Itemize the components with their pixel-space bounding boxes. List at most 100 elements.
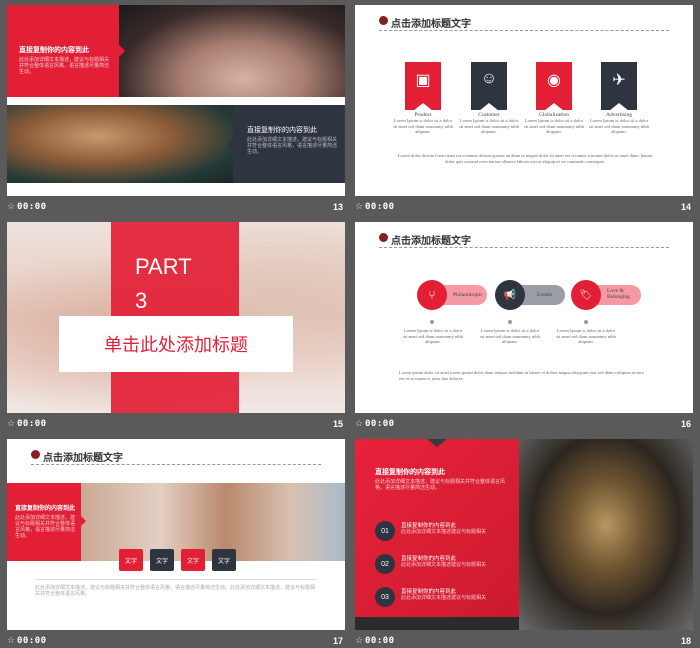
header-dot-icon xyxy=(379,233,388,242)
block-body: 此处添加详细文本描述，建议与标题相关并符合整体语言风格，语言描述尽量简洁生动。 xyxy=(19,57,110,75)
item-body: 此处添加详细文本描述建议与标题相关 xyxy=(401,529,487,535)
slide-timing: 00:00 xyxy=(17,202,47,212)
header-title: 点击添加标题文字 xyxy=(391,236,471,247)
item-title: 直接复制你的内容到此 xyxy=(401,556,457,562)
plane-icon: ✈ xyxy=(601,62,637,111)
item-caption: Product Lorem Ipsum is dolor sit a dolor… xyxy=(393,112,453,134)
footer-divider xyxy=(35,579,317,580)
item-caption: Globalization Lorem Ipsum is dolor sit a… xyxy=(524,112,584,134)
people-icon: ☺ xyxy=(471,62,507,111)
pill-label: Philanthropic xyxy=(453,292,483,298)
text-button-2[interactable]: 文字 xyxy=(150,549,174,571)
header-divider xyxy=(379,247,669,248)
star-icon[interactable]: ☆ xyxy=(355,635,363,646)
slide-meta: ☆ 00:00 16 xyxy=(355,418,693,432)
header-dot-icon xyxy=(31,450,40,459)
gold-rings-photo xyxy=(519,439,693,630)
title-box: 单击此处添加标题 xyxy=(59,316,293,372)
pill-label: Love & Belonging xyxy=(607,288,630,300)
slide-thumbnail[interactable]: PART 3 单击此处添加标题 xyxy=(7,222,345,413)
header-divider xyxy=(31,464,321,465)
text-button-3[interactable]: 文字 xyxy=(181,549,205,571)
item-caption: Advertising Lorem Ipsum is dolor sit a d… xyxy=(589,112,649,134)
slide-timing: 00:00 xyxy=(365,636,395,646)
slide-number: 14 xyxy=(680,202,691,212)
item-caption: Lorem Ipsum is dolor sit a dolor sit ame… xyxy=(480,328,540,344)
connector-dot xyxy=(584,320,588,324)
slide-timing: 00:00 xyxy=(17,636,47,646)
block-body: 此处添加详细文本描述，建议与标题相关并符合整体语言风格，语言描述尽量简洁生动。 xyxy=(15,515,76,539)
woman-hat-photo xyxy=(119,5,345,97)
connector-dot xyxy=(508,320,512,324)
header-title: 点击添加标题文字 xyxy=(391,19,471,30)
slide-header: 点击添加标题文字 xyxy=(379,13,679,31)
header-divider xyxy=(379,30,669,31)
slide-thumbnail[interactable]: 直接复制你的内容到此 此处添加详细文本描述，建议与标题相关并符合整体语言风格，语… xyxy=(355,439,693,630)
slide-meta: ☆ 00:00 14 xyxy=(355,201,693,215)
tag-icon: 🏷 xyxy=(571,280,601,310)
item-caption: Customer Lorem Ipsum is dolor sit a dolo… xyxy=(459,112,519,134)
star-icon[interactable]: ☆ xyxy=(7,418,15,429)
slide-thumbnail[interactable]: 点击添加标题文字 ▣ ☺ ◉ ✈ Product Lorem Ipsum is … xyxy=(355,5,693,196)
part-number: 3 xyxy=(135,288,148,313)
slide-meta: ☆ 00:00 18 xyxy=(355,635,693,648)
slide-header: 点击添加标题文字 xyxy=(379,230,679,248)
slide-thumbnail[interactable]: 点击添加标题文字 直接复制你的内容到此 此处添加详细文本描述，建议与标题相关并符… xyxy=(7,439,345,630)
blonde-woman-photo xyxy=(7,105,233,183)
slide-number: 18 xyxy=(680,636,691,646)
star-icon[interactable]: ☆ xyxy=(355,418,363,429)
number-badge: 01 xyxy=(375,521,395,541)
header-title: 点击添加标题文字 xyxy=(43,453,123,464)
slide-body: 此处添加详细文本描述，建议与标题相关并符合整体语言风格，语言描述尽量简洁生动。 xyxy=(375,479,506,491)
slide-title: 直接复制你的内容到此 xyxy=(375,469,445,476)
item-body: 此处添加详细文本描述建议与标题相关 xyxy=(401,562,487,568)
slide-number: 13 xyxy=(332,202,343,212)
slide-thumbnail[interactable]: 直接复制你的内容到此 此处添加详细文本描述，建议与标题相关并符合整体语言风格，语… xyxy=(7,5,345,196)
item-body: 此处添加详细文本描述建议与标题相关 xyxy=(401,595,487,601)
connector-dot xyxy=(430,320,434,324)
item-caption: Lorem Ipsum is dolor sit a dolor sit ame… xyxy=(556,328,616,344)
item-caption: Lorem Ipsum is dolor sit a dolor sit ame… xyxy=(403,328,463,344)
item-title: 直接复制你的内容到此 xyxy=(401,523,457,529)
slide-footer-text: Lorem dolor dictum lorem tiam est vivamu… xyxy=(397,153,653,164)
slide-number: 16 xyxy=(680,419,691,429)
slide-meta: ☆ 00:00 13 xyxy=(7,201,345,215)
red-arrow xyxy=(81,516,86,526)
item-title: 直接复制你的内容到此 xyxy=(401,589,457,595)
slide-timing: 00:00 xyxy=(17,419,47,429)
slide-timing: 00:00 xyxy=(365,419,395,429)
text-button-1[interactable]: 文字 xyxy=(119,549,143,571)
slide-timing: 00:00 xyxy=(365,202,395,212)
red-text-block: 直接复制你的内容到此 此处添加详细文本描述，建议与标题相关并符合整体语言风格，语… xyxy=(7,5,119,97)
number-badge: 02 xyxy=(375,554,395,574)
slide-meta: ☆ 00:00 15 xyxy=(7,418,345,432)
slide-number: 15 xyxy=(332,419,343,429)
box-icon: ▣ xyxy=(405,62,441,111)
red-text-block: 直接复制你的内容到此 此处添加详细文本描述，建议与标题相关并符合整体语言风格，语… xyxy=(7,483,81,561)
slide-number: 17 xyxy=(332,636,343,646)
star-icon[interactable]: ☆ xyxy=(7,635,15,646)
top-notch xyxy=(427,439,447,447)
part-label: PART xyxy=(135,254,192,279)
red-panel: 直接复制你的内容到此 此处添加详细文本描述，建议与标题相关并符合整体语言风格，语… xyxy=(355,439,519,617)
dark-arrow xyxy=(227,138,233,150)
slide-title: 单击此处添加标题 xyxy=(104,335,248,356)
globe-icon: ◉ xyxy=(536,62,572,111)
star-icon[interactable]: ☆ xyxy=(7,201,15,212)
slide-header: 点击添加标题文字 xyxy=(31,447,331,465)
pill-label: Events xyxy=(537,292,552,298)
red-arrow xyxy=(119,45,125,57)
block-body: 此处添加详细文本描述，建议与标题相关并符合整体语言风格，语言描述尽量简洁生动。 xyxy=(247,137,338,155)
slide-thumbnail[interactable]: 点击添加标题文字 ⑂ Philanthropic 📢 Events 🏷 Love… xyxy=(355,222,693,413)
branch-icon: ⑂ xyxy=(417,280,447,310)
block-title: 直接复制你的内容到此 xyxy=(19,47,89,54)
header-dot-icon xyxy=(379,16,388,25)
dark-text-block: 直接复制你的内容到此 此处添加详细文本描述，建议与标题相关并符合整体语言风格，语… xyxy=(233,105,345,183)
star-icon[interactable]: ☆ xyxy=(355,201,363,212)
megaphone-icon: 📢 xyxy=(495,280,525,310)
slide-footer-text: 此处添加详细文本描述，建议与标题相关并符合整体语言风格，语言描述尽量简洁生动。此… xyxy=(35,585,316,597)
number-badge: 03 xyxy=(375,587,395,607)
slide-footer-text: Lorem ipsum dolor sit amet lorem ipsum d… xyxy=(399,370,644,381)
text-button-4[interactable]: 文字 xyxy=(212,549,236,571)
block-title: 直接复制你的内容到此 xyxy=(15,506,76,512)
